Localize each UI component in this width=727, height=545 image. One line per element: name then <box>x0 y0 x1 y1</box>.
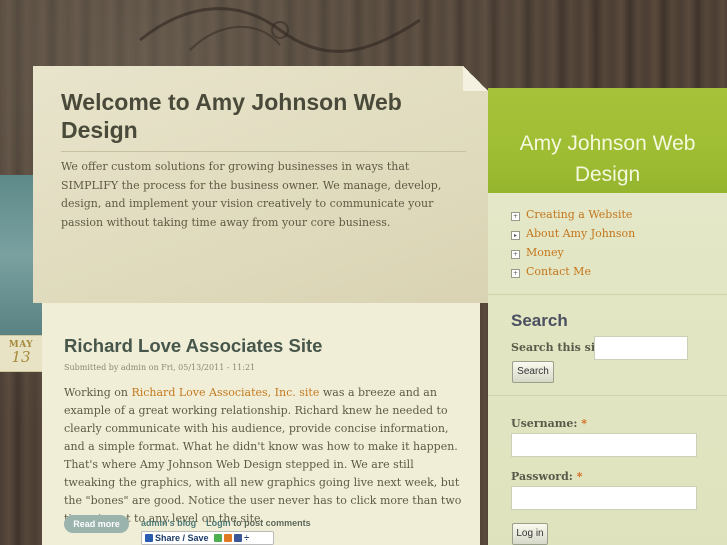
login-button[interactable]: Log in <box>512 523 548 545</box>
post-body-prefix: Working on <box>64 386 132 399</box>
admin-blog-link[interactable]: admin's blog <box>141 518 196 528</box>
share-label: Share / Save <box>155 533 209 543</box>
password-label: Password: * <box>511 470 582 483</box>
blog-post: Richard Love Associates Site Submitted b… <box>42 303 480 545</box>
post-date: MAY 13 <box>0 335 42 372</box>
post-submitted: Submitted by admin on Fri, 05/13/2011 - … <box>64 363 256 372</box>
site-name-banner: Amy Johnson Web Design <box>488 88 727 193</box>
required-mark: * <box>581 417 588 430</box>
sidebar-item-label: Creating a Website <box>526 208 633 221</box>
page-title: Welcome to Amy Johnson Web Design <box>61 89 402 143</box>
decorative-swirl <box>139 7 421 53</box>
search-button[interactable]: Search <box>512 361 554 383</box>
sidebar-item-label: About Amy Johnson <box>526 227 636 240</box>
post-body-rest: was a breeze and an example of a great w… <box>64 386 462 525</box>
expand-icon: + <box>511 250 520 259</box>
login-link[interactable]: Login <box>206 518 231 528</box>
sidebar: Amy Johnson Web Design + Creating a Websi… <box>488 88 727 545</box>
sidebar-divider-2 <box>488 395 727 396</box>
sidebar-item-about[interactable]: ▸ About Amy Johnson <box>511 227 635 246</box>
post-links: admin's blog Login to post comments <box>141 518 311 528</box>
sidebar-item-label: Money <box>526 246 564 259</box>
page-curl <box>463 66 488 91</box>
sidebar-item-creating-website[interactable]: + Creating a Website <box>511 208 635 227</box>
welcome-panel: Welcome to Amy Johnson Web Design We off… <box>33 66 488 303</box>
username-label: Username: * <box>511 417 587 430</box>
email-icon <box>214 534 223 542</box>
richard-love-link[interactable]: Richard Love Associates, Inc. site <box>131 386 319 399</box>
password-field[interactable] <box>511 486 697 510</box>
sidebar-divider <box>488 294 727 295</box>
facebook-icon <box>234 534 243 542</box>
login-suffix: to post comments <box>230 518 311 528</box>
read-more-button[interactable]: Read more <box>64 515 129 533</box>
site-name[interactable]: Amy Johnson Web Design <box>488 128 727 190</box>
share-save-button[interactable]: Share / Save ÷ <box>141 531 274 545</box>
post-title[interactable]: Richard Love Associates Site <box>64 335 322 357</box>
username-field[interactable] <box>511 433 697 457</box>
password-label-text: Password: <box>511 470 573 483</box>
username-label-text: Username: <box>511 417 578 430</box>
search-input[interactable] <box>594 336 688 360</box>
expand-icon: + <box>511 269 520 278</box>
post-date-day: 13 <box>11 348 31 366</box>
sidebar-menu: + Creating a Website ▸ About Amy Johnson +… <box>511 208 635 284</box>
expand-icon: ▸ <box>511 231 520 240</box>
sidebar-item-contact[interactable]: + Contact Me <box>511 265 635 284</box>
sidebar-item-label: Contact Me <box>526 265 591 278</box>
addtoany-icon <box>145 534 153 542</box>
required-mark: * <box>576 470 583 483</box>
intro-text: We offer custom solutions for growing bu… <box>61 160 442 229</box>
search-heading: Search <box>511 311 568 330</box>
title-divider <box>61 151 466 152</box>
delicious-icon <box>224 534 233 542</box>
post-body: Working on Richard Love Associates, Inc.… <box>64 384 464 528</box>
expand-icon: + <box>511 212 520 221</box>
share-more-icon: ÷ <box>244 533 250 543</box>
sidebar-item-money[interactable]: + Money <box>511 246 635 265</box>
